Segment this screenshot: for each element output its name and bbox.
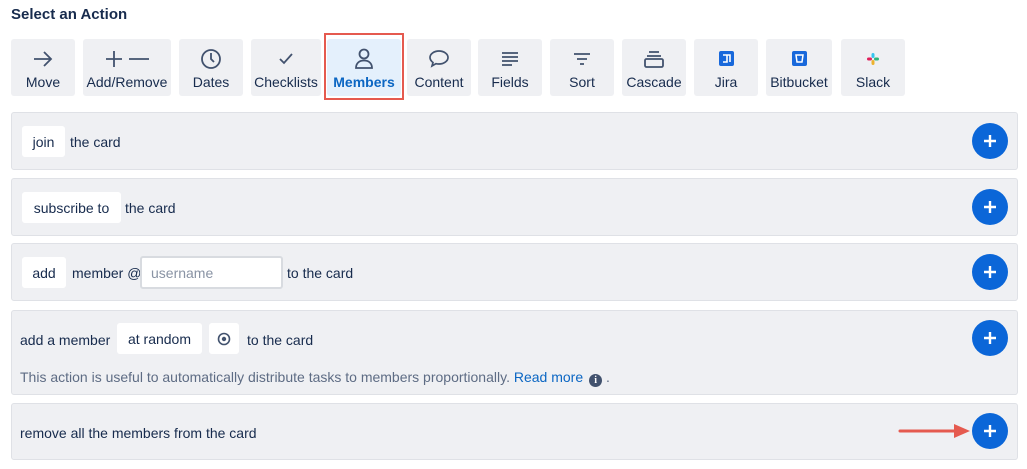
action-row-remove-members: remove all the members from the card — [11, 403, 1018, 460]
jira-logo-icon — [718, 46, 734, 72]
add-action-button[interactable] — [972, 189, 1008, 225]
slack-logo-icon — [867, 46, 879, 72]
to-the-card-text: to the card — [287, 265, 354, 281]
target-icon — [217, 332, 231, 345]
add-chip[interactable]: add — [22, 257, 66, 288]
tab-jira[interactable]: Jira — [694, 39, 758, 96]
at-random-chip[interactable]: at random — [117, 323, 202, 354]
plus-minus-icon — [104, 46, 150, 72]
add-action-button[interactable] — [972, 123, 1008, 159]
filter-icon — [572, 46, 592, 72]
tab-label: Bitbucket — [770, 73, 828, 90]
options-target-button[interactable] — [209, 323, 239, 354]
tab-fields[interactable]: Fields — [478, 39, 542, 96]
annotation-arrow-icon — [898, 424, 970, 438]
hint-text: This action is useful to automatically d… — [20, 369, 510, 385]
remove-members-text: remove all the members from the card — [20, 425, 257, 441]
bitbucket-logo-icon — [791, 46, 807, 72]
tab-move[interactable]: Move — [11, 39, 75, 96]
plus-icon — [984, 332, 996, 344]
hint-period: . — [606, 369, 610, 385]
tab-bitbucket[interactable]: Bitbucket — [766, 39, 832, 96]
tab-label: Dates — [192, 73, 230, 90]
join-chip[interactable]: join — [22, 126, 65, 157]
tab-content[interactable]: Content — [407, 39, 471, 96]
read-more-link[interactable]: Read more — [514, 369, 583, 385]
tab-label: Slack — [855, 73, 891, 90]
plus-icon — [984, 266, 996, 278]
action-row-random-member: add a member at random to the card This … — [11, 310, 1018, 395]
action-row-add-member: add member @ to the card — [11, 243, 1018, 301]
info-icon[interactable]: i — [589, 374, 603, 387]
plus-icon — [984, 425, 996, 437]
plus-icon — [984, 135, 996, 147]
tab-label: Jira — [714, 73, 738, 90]
random-hint: This action is useful to automatically d… — [20, 368, 610, 387]
tab-add-remove[interactable]: Add/Remove — [83, 39, 171, 96]
tab-label: Add/Remove — [86, 73, 168, 90]
action-row-join: join the card — [11, 112, 1018, 170]
tab-label: Fields — [491, 73, 529, 90]
subscribe-text: the card — [125, 200, 176, 216]
tab-dates[interactable]: Dates — [179, 39, 243, 96]
tab-label: Sort — [569, 73, 595, 90]
tab-sort[interactable]: Sort — [550, 39, 614, 96]
tab-cascade[interactable]: Cascade — [622, 39, 686, 96]
plus-icon — [984, 201, 996, 213]
add-action-button[interactable] — [972, 320, 1008, 356]
tab-slack[interactable]: Slack — [841, 39, 905, 96]
tab-highlight-frame — [324, 33, 404, 100]
clock-icon — [200, 46, 222, 72]
username-input[interactable] — [140, 256, 283, 289]
add-action-button[interactable] — [972, 254, 1008, 290]
action-row-subscribe: subscribe to the card — [11, 178, 1018, 236]
member-at-text: member @ — [72, 265, 142, 281]
speech-bubble-icon — [428, 46, 450, 72]
tab-checklists[interactable]: Checklists — [251, 39, 321, 96]
lines-icon — [500, 46, 520, 72]
arrow-right-icon — [32, 46, 54, 72]
subscribe-chip[interactable]: subscribe to — [22, 192, 121, 223]
to-the-card-text: to the card — [247, 332, 314, 348]
tab-label: Content — [414, 73, 464, 90]
add-action-button[interactable] — [972, 413, 1008, 449]
join-text: the card — [70, 134, 121, 150]
page-title: Select an Action — [11, 6, 128, 23]
stack-icon — [643, 46, 665, 72]
tab-label: Move — [25, 73, 61, 90]
check-icon — [278, 46, 294, 72]
tab-label: Cascade — [626, 73, 682, 90]
add-a-member-text: add a member — [20, 332, 111, 348]
tab-label: Checklists — [254, 73, 318, 90]
